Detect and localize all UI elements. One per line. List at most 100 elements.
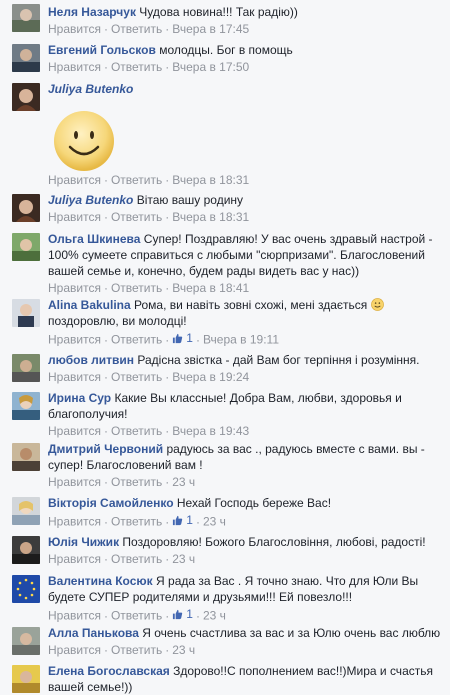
comment-actions: Нравится · Ответить · Вчера в 17:50	[48, 60, 250, 74]
reply-link[interactable]: Ответить	[111, 424, 162, 438]
comment-text: Поздоровляю! Божого Благословіння, любов…	[122, 535, 426, 549]
avatar[interactable]	[12, 627, 40, 655]
comment-timestamp[interactable]: 23 ч	[172, 643, 195, 657]
thumbs-up-icon	[173, 333, 183, 343]
avatar-photo	[12, 536, 40, 564]
thumbs-up-icon	[173, 609, 183, 619]
comment-author[interactable]: Алла Панькова	[48, 626, 139, 640]
avatar-photo	[12, 443, 40, 471]
comment-timestamp[interactable]: Вчера в 17:50	[172, 60, 249, 74]
comment-actions: Нравится · Ответить · 1 · Вчера в 19:11	[48, 330, 279, 347]
comment-author[interactable]: Евгений Гольсков	[48, 43, 156, 57]
avatar-photo	[12, 194, 40, 222]
comment-text: Радісна звістка - дай Вам бог терпіння і…	[137, 353, 420, 367]
comment-timestamp[interactable]: Вчера в 19:11	[203, 333, 279, 347]
avatar-photo	[12, 83, 40, 111]
reply-link[interactable]: Ответить	[111, 281, 162, 295]
reply-link[interactable]: Ответить	[111, 60, 162, 74]
avatar-photo	[12, 497, 40, 525]
avatar-photo	[12, 392, 40, 420]
like-link[interactable]: Нравится	[48, 22, 101, 36]
smile-emoji-icon	[370, 298, 384, 311]
comment-actions: Нравится · Ответить · 1 · 23 ч	[48, 606, 226, 623]
comment-author[interactable]: Юлія Чижик	[48, 535, 119, 549]
comment-author[interactable]: Juliya Butenko	[48, 193, 133, 207]
comment-author[interactable]: Ольга Шкинева	[48, 232, 140, 246]
avatar[interactable]	[12, 194, 40, 222]
like-link[interactable]: Нравится	[48, 475, 101, 489]
avatar-photo	[12, 627, 40, 655]
comment-author[interactable]: Alina Bakulina	[48, 298, 131, 312]
comments-feed: Неля Назарчук Чудова новина!!! Так радію…	[0, 0, 450, 694]
comment-timestamp[interactable]: 23 ч	[172, 475, 195, 489]
avatar-photo	[12, 299, 40, 327]
avatar[interactable]	[12, 392, 40, 420]
reply-link[interactable]: Ответить	[111, 552, 162, 566]
comment-timestamp[interactable]: 23 ч	[203, 609, 226, 623]
avatar[interactable]	[12, 233, 40, 261]
avatar[interactable]	[12, 354, 40, 382]
avatar[interactable]	[12, 4, 40, 32]
thumbs-up-icon	[173, 515, 183, 525]
avatar[interactable]	[12, 44, 40, 72]
comment-timestamp[interactable]: Вчера в 19:43	[172, 424, 249, 438]
comment-author[interactable]: Вікторія Самойленко	[48, 496, 174, 510]
like-link[interactable]: Нравится	[48, 424, 101, 438]
comment-actions: Нравится · Ответить · Вчера в 18:31	[48, 210, 250, 224]
reply-link[interactable]: Ответить	[111, 333, 162, 347]
comment-author[interactable]: Дмитрий Червоний	[48, 442, 163, 456]
reply-link[interactable]: Ответить	[111, 515, 162, 529]
like-link[interactable]: Нравится	[48, 333, 101, 347]
like-link[interactable]: Нравится	[48, 60, 101, 74]
comment-text: Чудова новина!!! Так радію))	[139, 5, 298, 19]
comment-timestamp[interactable]: 23 ч	[203, 515, 226, 529]
comment-timestamp[interactable]: Вчера в 18:41	[172, 281, 249, 295]
comment-actions: Нравится · Ответить · Вчера в 19:43	[48, 424, 250, 438]
comment-timestamp[interactable]: Вчера в 19:24	[172, 370, 249, 384]
avatar[interactable]	[12, 665, 40, 693]
comment-timestamp[interactable]: 23 ч	[172, 552, 195, 566]
like-link[interactable]: Нравится	[48, 552, 101, 566]
avatar[interactable]	[12, 497, 40, 525]
like-link[interactable]: Нравится	[48, 173, 101, 187]
avatar[interactable]	[12, 299, 40, 327]
like-link[interactable]: Нравится	[48, 643, 101, 657]
reply-link[interactable]: Ответить	[111, 173, 162, 187]
like-link[interactable]: Нравится	[48, 609, 101, 623]
comment-text: Я очень счастлива за вас и за Юлю очень …	[142, 626, 441, 640]
comment-author[interactable]: Juliya Butenko	[48, 82, 133, 96]
avatar[interactable]	[12, 443, 40, 471]
comment-author[interactable]: Валентина Косюк	[48, 574, 153, 588]
reply-link[interactable]: Ответить	[111, 609, 162, 623]
comment-text: Вітаю вашу родину	[136, 193, 244, 207]
comment-author[interactable]: любов литвин	[48, 353, 134, 367]
reply-link[interactable]: Ответить	[111, 22, 162, 36]
reply-link[interactable]: Ответить	[111, 475, 162, 489]
comment-author[interactable]: Елена Богославская	[48, 664, 170, 678]
like-count[interactable]: 1	[172, 330, 193, 346]
comment-timestamp[interactable]: Вчера в 17:45	[172, 22, 249, 36]
reply-link[interactable]: Ответить	[111, 370, 162, 384]
comment-author[interactable]: Неля Назарчук	[48, 5, 136, 19]
comment-author[interactable]: Ирина Сур	[48, 391, 111, 405]
comment-timestamp[interactable]: Вчера в 18:31	[172, 210, 249, 224]
avatar[interactable]	[12, 575, 40, 603]
comment-text-continued: поздоровлю, ви молодці!	[48, 314, 187, 328]
like-link[interactable]: Нравится	[48, 370, 101, 384]
avatar-photo	[12, 354, 40, 382]
avatar[interactable]	[12, 83, 40, 111]
avatar-photo	[12, 4, 40, 32]
comment-actions: Нравится · Ответить · 23 ч	[48, 643, 196, 657]
like-count[interactable]: 1	[172, 512, 193, 528]
avatar-photo	[12, 575, 40, 603]
comment-actions: Нравится · Ответить · Вчера в 18:41	[48, 281, 250, 295]
like-link[interactable]: Нравится	[48, 281, 101, 295]
comment-timestamp[interactable]: Вчера в 18:31	[172, 173, 249, 187]
comment-text: молодцы. Бог в помощь	[159, 43, 293, 57]
avatar[interactable]	[12, 536, 40, 564]
reply-link[interactable]: Ответить	[111, 210, 162, 224]
like-link[interactable]: Нравится	[48, 210, 101, 224]
reply-link[interactable]: Ответить	[111, 643, 162, 657]
like-link[interactable]: Нравится	[48, 515, 101, 529]
like-count[interactable]: 1	[172, 606, 193, 622]
